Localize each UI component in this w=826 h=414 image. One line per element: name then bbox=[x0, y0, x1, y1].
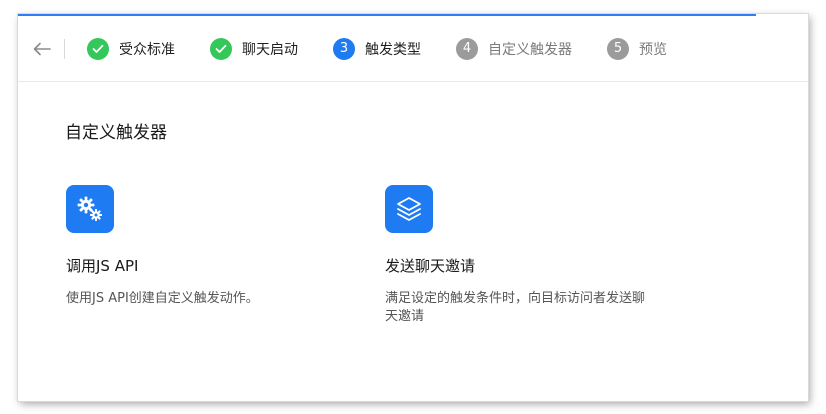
step-preview[interactable]: 5 预览 bbox=[607, 37, 667, 60]
card-title: 调用JS API bbox=[66, 257, 139, 275]
card-title: 发送聊天邀请 bbox=[385, 257, 476, 275]
gears-icon bbox=[66, 185, 114, 233]
check-icon bbox=[87, 37, 109, 60]
step-number: 3 bbox=[333, 37, 355, 60]
card-description: 满足设定的触发条件时，向目标访问者发送聊天邀请 bbox=[385, 291, 646, 324]
card-description: 使用JS API创建自定义触发动作。 bbox=[66, 291, 259, 306]
step-number: 5 bbox=[607, 37, 629, 60]
step-label: 触发类型 bbox=[365, 41, 421, 58]
back-button[interactable] bbox=[20, 33, 64, 65]
step-audience-criteria[interactable]: 受众标准 bbox=[87, 37, 175, 60]
step-label: 自定义触发器 bbox=[488, 41, 572, 58]
page-title: 自定义触发器 bbox=[65, 123, 167, 143]
arrow-left-icon bbox=[33, 42, 51, 55]
check-icon bbox=[210, 37, 232, 60]
option-card-send-chat-invitation[interactable]: 发送聊天邀请 满足设定的触发条件时，向目标访问者发送聊天邀请 bbox=[385, 185, 665, 326]
option-card-call-js-api[interactable]: 调用JS API 使用JS API创建自定义触发动作。 bbox=[66, 185, 346, 308]
step-custom-trigger[interactable]: 4 自定义触发器 bbox=[456, 37, 572, 60]
step-number: 4 bbox=[456, 37, 478, 60]
step-chat-launch[interactable]: 聊天启动 bbox=[210, 37, 298, 60]
step-label: 预览 bbox=[639, 41, 667, 58]
app-window: 受众标准 聊天启动 3 触发类型 4 自定义触发器 5 预览 自定义触发器 调用… bbox=[18, 14, 808, 401]
wizard-stepper: 受众标准 聊天启动 3 触发类型 4 自定义触发器 5 预览 bbox=[18, 16, 808, 82]
stack-layers-icon bbox=[385, 185, 433, 233]
step-trigger-type[interactable]: 3 触发类型 bbox=[333, 37, 421, 60]
step-label: 受众标准 bbox=[119, 41, 175, 58]
step-label: 聊天启动 bbox=[242, 41, 298, 58]
stepper-divider bbox=[64, 38, 65, 59]
